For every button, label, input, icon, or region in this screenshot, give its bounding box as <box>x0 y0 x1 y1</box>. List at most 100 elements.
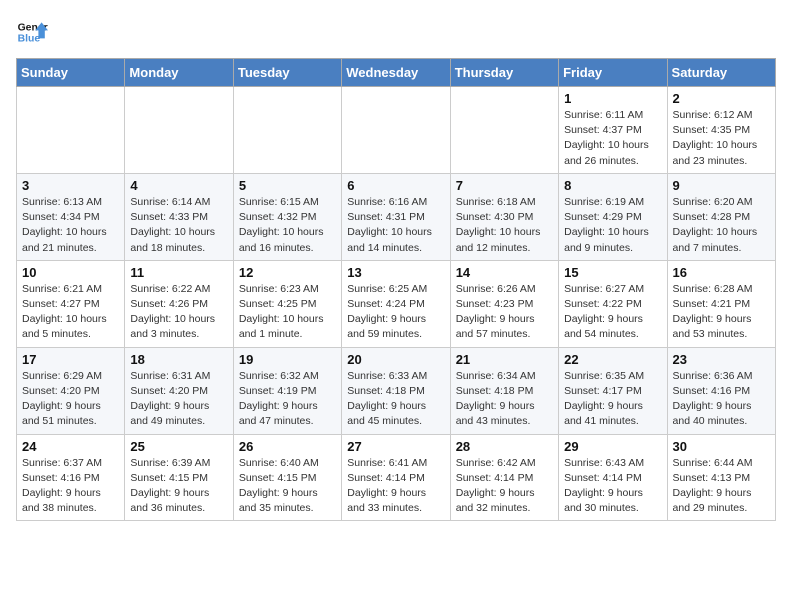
calendar-cell <box>450 87 558 174</box>
calendar-cell: 19 Sunrise: 6:32 AMSunset: 4:19 PMDayligh… <box>233 347 341 434</box>
calendar-cell <box>233 87 341 174</box>
day-number: 27 <box>347 439 444 454</box>
day-number: 11 <box>130 265 227 280</box>
day-number: 23 <box>673 352 770 367</box>
calendar-cell: 16Sunrise: 6:28 AMSunset: 4:21 PMDayligh… <box>667 260 775 347</box>
day-number: 29 <box>564 439 661 454</box>
calendar-cell <box>17 87 125 174</box>
day-info: Sunrise: 6:15 AMSunset: 4:32 PMDaylight:… <box>239 195 336 256</box>
column-header-monday: Monday <box>125 59 233 87</box>
calendar-week-1: 1 Sunrise: 6:11 AMSunset: 4:37 PMDaylight… <box>17 87 776 174</box>
calendar-cell: 7 Sunrise: 6:18 AMSunset: 4:30 PMDaylight… <box>450 173 558 260</box>
day-info: Sunrise: 6:43 AMSunset: 4:14 PMDaylight:… <box>564 456 661 517</box>
calendar-cell: 11Sunrise: 6:22 AMSunset: 4:26 PMDayligh… <box>125 260 233 347</box>
day-number: 18 <box>130 352 227 367</box>
day-info: Sunrise: 6:21 AMSunset: 4:27 PMDaylight:… <box>22 282 119 343</box>
day-number: 20 <box>347 352 444 367</box>
day-info: Sunrise: 6:34 AMSunset: 4:18 PMDaylight:… <box>456 369 553 430</box>
calendar-cell: 10 Sunrise: 6:21 AMSunset: 4:27 PMDayligh… <box>17 260 125 347</box>
calendar-cell: 25 Sunrise: 6:39 AMSunset: 4:15 PMDayligh… <box>125 434 233 521</box>
calendar-cell <box>342 87 450 174</box>
calendar-cell: 13Sunrise: 6:25 AMSunset: 4:24 PMDayligh… <box>342 260 450 347</box>
column-header-saturday: Saturday <box>667 59 775 87</box>
column-header-tuesday: Tuesday <box>233 59 341 87</box>
day-info: Sunrise: 6:26 AMSunset: 4:23 PMDaylight:… <box>456 282 553 343</box>
day-number: 4 <box>130 178 227 193</box>
day-number: 17 <box>22 352 119 367</box>
calendar-cell: 14 Sunrise: 6:26 AMSunset: 4:23 PMDayligh… <box>450 260 558 347</box>
calendar-cell: 17 Sunrise: 6:29 AMSunset: 4:20 PMDayligh… <box>17 347 125 434</box>
logo-icon: General Blue <box>16 16 48 48</box>
day-info: Sunrise: 6:13 AMSunset: 4:34 PMDaylight:… <box>22 195 119 256</box>
calendar-cell: 6Sunrise: 6:16 AMSunset: 4:31 PMDaylight… <box>342 173 450 260</box>
day-info: Sunrise: 6:37 AMSunset: 4:16 PMDaylight:… <box>22 456 119 517</box>
calendar-cell: 20 Sunrise: 6:33 AMSunset: 4:18 PMDayligh… <box>342 347 450 434</box>
day-number: 24 <box>22 439 119 454</box>
day-info: Sunrise: 6:36 AMSunset: 4:16 PMDaylight:… <box>673 369 770 430</box>
calendar-header-row: SundayMondayTuesdayWednesdayThursdayFrid… <box>17 59 776 87</box>
day-number: 5 <box>239 178 336 193</box>
calendar-cell: 24 Sunrise: 6:37 AMSunset: 4:16 PMDayligh… <box>17 434 125 521</box>
calendar-cell: 23 Sunrise: 6:36 AMSunset: 4:16 PMDayligh… <box>667 347 775 434</box>
day-info: Sunrise: 6:11 AMSunset: 4:37 PMDaylight:… <box>564 108 661 169</box>
day-number: 3 <box>22 178 119 193</box>
calendar-cell: 26 Sunrise: 6:40 AMSunset: 4:15 PMDayligh… <box>233 434 341 521</box>
day-number: 2 <box>673 91 770 106</box>
calendar-cell: 15 Sunrise: 6:27 AMSunset: 4:22 PMDayligh… <box>559 260 667 347</box>
header: General Blue <box>16 16 776 48</box>
day-info: Sunrise: 6:44 AMSunset: 4:13 PMDaylight:… <box>673 456 770 517</box>
calendar: SundayMondayTuesdayWednesdayThursdayFrid… <box>16 58 776 521</box>
svg-text:Blue: Blue <box>18 34 41 45</box>
day-info: Sunrise: 6:32 AMSunset: 4:19 PMDaylight:… <box>239 369 336 430</box>
calendar-cell: 29 Sunrise: 6:43 AMSunset: 4:14 PMDayligh… <box>559 434 667 521</box>
day-number: 1 <box>564 91 661 106</box>
day-info: Sunrise: 6:42 AMSunset: 4:14 PMDaylight:… <box>456 456 553 517</box>
day-info: Sunrise: 6:29 AMSunset: 4:20 PMDaylight:… <box>22 369 119 430</box>
day-number: 22 <box>564 352 661 367</box>
column-header-wednesday: Wednesday <box>342 59 450 87</box>
day-number: 10 <box>22 265 119 280</box>
calendar-cell: 18 Sunrise: 6:31 AMSunset: 4:20 PMDayligh… <box>125 347 233 434</box>
day-number: 15 <box>564 265 661 280</box>
calendar-cell: 21 Sunrise: 6:34 AMSunset: 4:18 PMDayligh… <box>450 347 558 434</box>
day-info: Sunrise: 6:33 AMSunset: 4:18 PMDaylight:… <box>347 369 444 430</box>
calendar-week-2: 3 Sunrise: 6:13 AMSunset: 4:34 PMDaylight… <box>17 173 776 260</box>
day-number: 21 <box>456 352 553 367</box>
day-number: 25 <box>130 439 227 454</box>
day-info: Sunrise: 6:18 AMSunset: 4:30 PMDaylight:… <box>456 195 553 256</box>
day-number: 12 <box>239 265 336 280</box>
day-number: 13 <box>347 265 444 280</box>
day-info: Sunrise: 6:12 AMSunset: 4:35 PMDaylight:… <box>673 108 770 169</box>
calendar-cell: 8 Sunrise: 6:19 AMSunset: 4:29 PMDaylight… <box>559 173 667 260</box>
calendar-cell: 27 Sunrise: 6:41 AMSunset: 4:14 PMDayligh… <box>342 434 450 521</box>
day-number: 8 <box>564 178 661 193</box>
calendar-cell: 1 Sunrise: 6:11 AMSunset: 4:37 PMDaylight… <box>559 87 667 174</box>
day-info: Sunrise: 6:19 AMSunset: 4:29 PMDaylight:… <box>564 195 661 256</box>
day-info: Sunrise: 6:23 AMSunset: 4:25 PMDaylight:… <box>239 282 336 343</box>
day-info: Sunrise: 6:31 AMSunset: 4:20 PMDaylight:… <box>130 369 227 430</box>
day-number: 9 <box>673 178 770 193</box>
day-info: Sunrise: 6:35 AMSunset: 4:17 PMDaylight:… <box>564 369 661 430</box>
calendar-week-5: 24 Sunrise: 6:37 AMSunset: 4:16 PMDayligh… <box>17 434 776 521</box>
day-number: 14 <box>456 265 553 280</box>
day-info: Sunrise: 6:14 AMSunset: 4:33 PMDaylight:… <box>130 195 227 256</box>
calendar-cell: 3 Sunrise: 6:13 AMSunset: 4:34 PMDaylight… <box>17 173 125 260</box>
calendar-cell: 9Sunrise: 6:20 AMSunset: 4:28 PMDaylight… <box>667 173 775 260</box>
logo: General Blue <box>16 16 52 48</box>
column-header-thursday: Thursday <box>450 59 558 87</box>
day-info: Sunrise: 6:27 AMSunset: 4:22 PMDaylight:… <box>564 282 661 343</box>
day-info: Sunrise: 6:39 AMSunset: 4:15 PMDaylight:… <box>130 456 227 517</box>
day-number: 26 <box>239 439 336 454</box>
day-info: Sunrise: 6:16 AMSunset: 4:31 PMDaylight:… <box>347 195 444 256</box>
day-info: Sunrise: 6:40 AMSunset: 4:15 PMDaylight:… <box>239 456 336 517</box>
calendar-cell <box>125 87 233 174</box>
column-header-sunday: Sunday <box>17 59 125 87</box>
calendar-week-4: 17 Sunrise: 6:29 AMSunset: 4:20 PMDayligh… <box>17 347 776 434</box>
day-number: 19 <box>239 352 336 367</box>
calendar-cell: 4 Sunrise: 6:14 AMSunset: 4:33 PMDaylight… <box>125 173 233 260</box>
column-header-friday: Friday <box>559 59 667 87</box>
calendar-cell: 28Sunrise: 6:42 AMSunset: 4:14 PMDayligh… <box>450 434 558 521</box>
day-info: Sunrise: 6:41 AMSunset: 4:14 PMDaylight:… <box>347 456 444 517</box>
day-number: 16 <box>673 265 770 280</box>
day-number: 7 <box>456 178 553 193</box>
